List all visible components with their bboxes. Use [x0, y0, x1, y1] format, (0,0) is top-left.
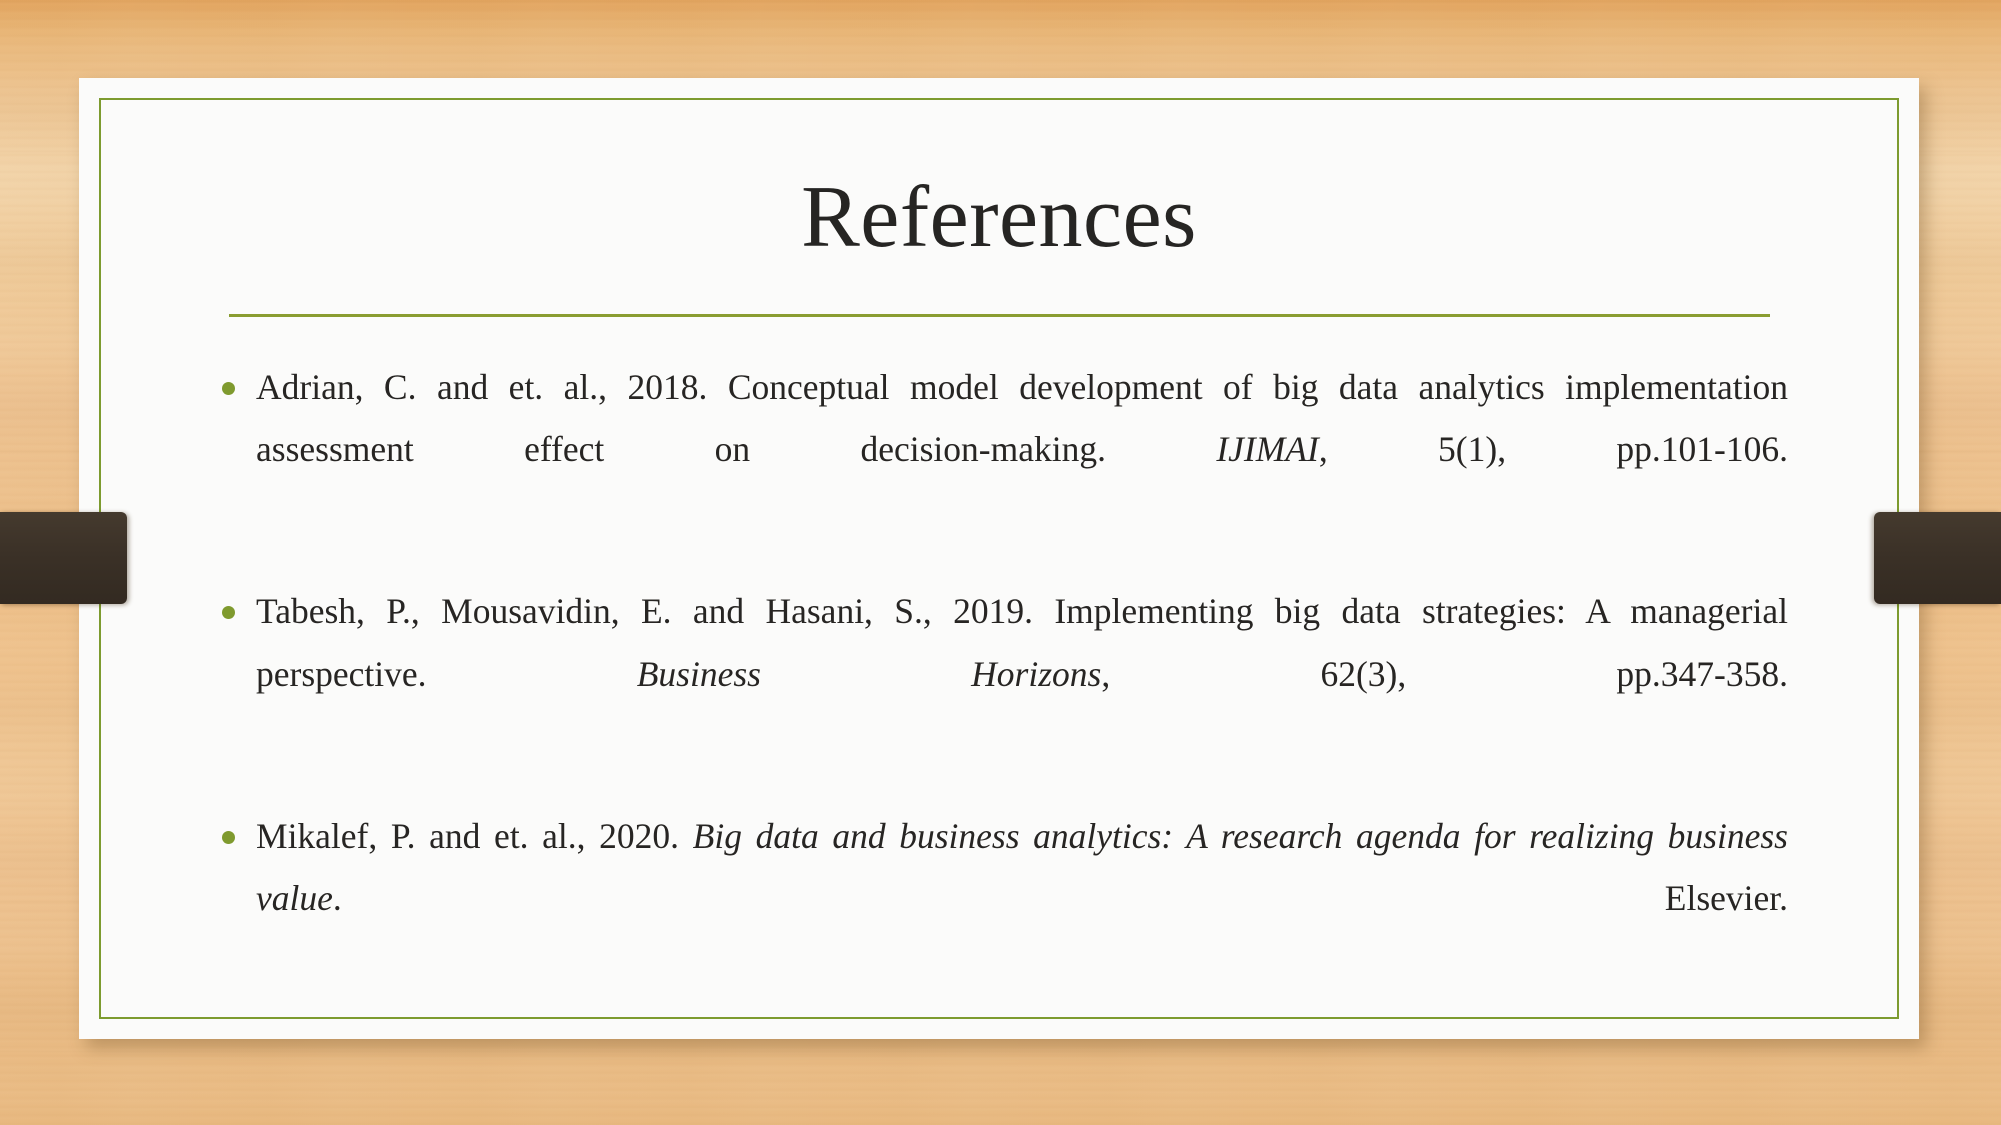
bullet-dot-icon — [222, 382, 235, 395]
list-item: Adrian, C. and et. al., 2018. Conceptual… — [215, 356, 1788, 542]
page-title: References — [801, 169, 1197, 266]
ribbon-tab-left — [0, 512, 127, 604]
ribbon-tab-right — [1874, 512, 2001, 604]
title-divider — [229, 314, 1770, 317]
italic-run: Business Horizons — [636, 653, 1102, 694]
slide-card: References Adrian, C. and et. al., 2018.… — [79, 78, 1919, 1039]
slide-content: References Adrian, C. and et. al., 2018.… — [79, 78, 1919, 1039]
text-run: Mikalef, P. and et. al., 2020. — [256, 815, 693, 856]
list-item: Mikalef, P. and et. al., 2020. Big data … — [215, 805, 1788, 991]
bullet-dot-icon — [222, 830, 235, 844]
reference-text: Mikalef, P. and et. al., 2020. Big data … — [256, 816, 1788, 980]
reference-list: Adrian, C. and et. al., 2018. Conceptual… — [215, 356, 1788, 991]
reference-text: Tabesh, P., Mousavidin, E. and Hasani, S… — [256, 591, 1788, 755]
italic-run: IJIMAI — [1216, 429, 1319, 470]
text-run: . Elsevier. — [332, 877, 1788, 918]
text-run: , 62(3), pp.347-358. — [1101, 653, 1788, 694]
list-item: Tabesh, P., Mousavidin, E. and Hasani, S… — [215, 580, 1788, 766]
reference-text: Adrian, C. and et. al., 2018. Conceptual… — [256, 367, 1788, 531]
slide-root: References Adrian, C. and et. al., 2018.… — [0, 0, 2001, 1125]
bullet-dot-icon — [222, 606, 235, 620]
text-run: , 5(1), pp.101-106. — [1318, 429, 1788, 470]
